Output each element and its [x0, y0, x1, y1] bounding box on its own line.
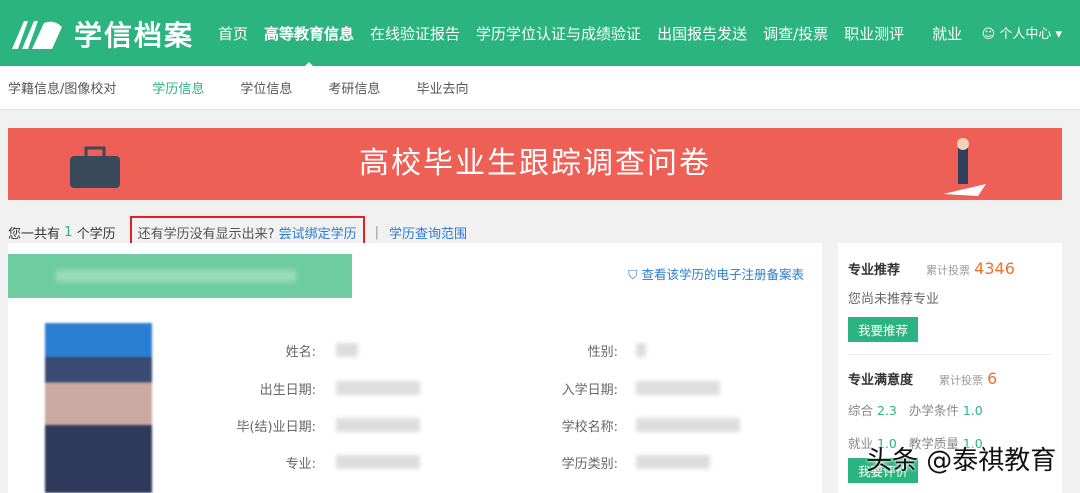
satisfaction-header: 专业满意度 累计投票 6	[848, 354, 1052, 388]
query-range-link[interactable]: 学历查询范围	[389, 223, 467, 242]
field-label: 学校名称:	[561, 420, 618, 435]
subnav-postgraduate[interactable]: 考研信息	[328, 78, 380, 97]
field-value	[336, 381, 420, 395]
user-icon: ☺	[981, 27, 1000, 42]
main-nav: 首页 高等教育信息 在线验证报告 学历学位认证与成绩验证 出国报告发送 调查/投…	[210, 0, 970, 69]
degree-record-card: ⛉ 查看该学历的电子注册备案表 姓名: 性别: 出生日期: 入学日期: 毕(结)…	[8, 243, 822, 493]
nav-online-report[interactable]: 在线验证报告	[362, 23, 468, 44]
logo-text: 学信档案	[74, 19, 195, 52]
satisfaction-votes: 6	[987, 369, 998, 388]
field-label: 入学日期:	[561, 383, 618, 398]
caret-down-icon: ▾	[1051, 27, 1062, 42]
field-value	[636, 455, 710, 469]
field-label: 学历类别:	[561, 457, 618, 472]
banner-title: 高校毕业生跟踪调查问卷	[359, 146, 711, 181]
logo[interactable]: 学信档案	[10, 14, 194, 54]
record-count: 1	[64, 225, 73, 240]
recommend-button[interactable]: 我要推荐	[848, 317, 919, 342]
nav-abroad-report[interactable]: 出国报告发送	[649, 23, 755, 44]
sub-nav: 学籍信息/图像校对 学历信息 学位信息 考研信息 毕业去向	[0, 66, 1080, 110]
nav-survey[interactable]: 调查/投票	[755, 23, 836, 44]
nav-home[interactable]: 首页	[210, 23, 256, 44]
field-label: 性别:	[587, 345, 618, 360]
field-value	[636, 381, 720, 395]
subnav-degree-record[interactable]: 学历信息	[152, 78, 204, 97]
top-header: 学信档案 首页 高等教育信息 在线验证报告 学历学位认证与成绩验证 出国报告发送…	[0, 0, 1080, 69]
recommend-empty: 您尚未推荐专业	[848, 292, 940, 307]
nav-employment[interactable]: 就业	[924, 23, 970, 44]
field-value	[336, 418, 420, 432]
user-center-menu[interactable]: ☺ 个人中心 ▾	[982, 23, 1062, 42]
field-label: 姓名:	[285, 345, 316, 360]
briefcase-icon	[70, 146, 120, 188]
subnav-graduation[interactable]: 毕业去向	[416, 78, 468, 97]
shield-icon: ⛉	[628, 267, 642, 282]
field-value	[336, 455, 420, 469]
student-photo	[45, 323, 152, 493]
subnav-degree[interactable]: 学位信息	[240, 78, 292, 97]
field-value	[636, 418, 740, 432]
separator: |	[374, 225, 380, 240]
nav-career-test[interactable]: 职业测评	[836, 23, 912, 44]
watermark: 头条 @泰祺教育	[866, 446, 1057, 476]
survey-banner[interactable]: 高校毕业生跟踪调查问卷	[8, 128, 1062, 200]
field-label: 出生日期:	[259, 383, 316, 398]
nav-certification[interactable]: 学历学位认证与成绩验证	[468, 23, 649, 44]
field-label: 毕(结)业日期:	[236, 420, 316, 435]
graduate-icon	[943, 138, 986, 196]
registration-record-link[interactable]: ⛉ 查看该学历的电子注册备案表	[628, 264, 804, 283]
subnav-enrollment[interactable]: 学籍信息/图像校对	[8, 78, 116, 97]
field-value	[636, 343, 646, 357]
nav-higher-education[interactable]: 高等教育信息	[256, 23, 362, 69]
recommend-header: 专业推荐 累计投票 4346	[848, 259, 1015, 278]
recommend-votes: 4346	[974, 259, 1015, 278]
satisfaction-row: 综合 2.3 办学条件 1.0	[848, 403, 983, 418]
field-value	[336, 343, 358, 357]
school-name-bar	[8, 254, 352, 298]
book-logo-icon	[12, 21, 62, 49]
bind-record-link[interactable]: 尝试绑定学历	[279, 227, 357, 242]
field-label: 专业:	[285, 457, 316, 472]
